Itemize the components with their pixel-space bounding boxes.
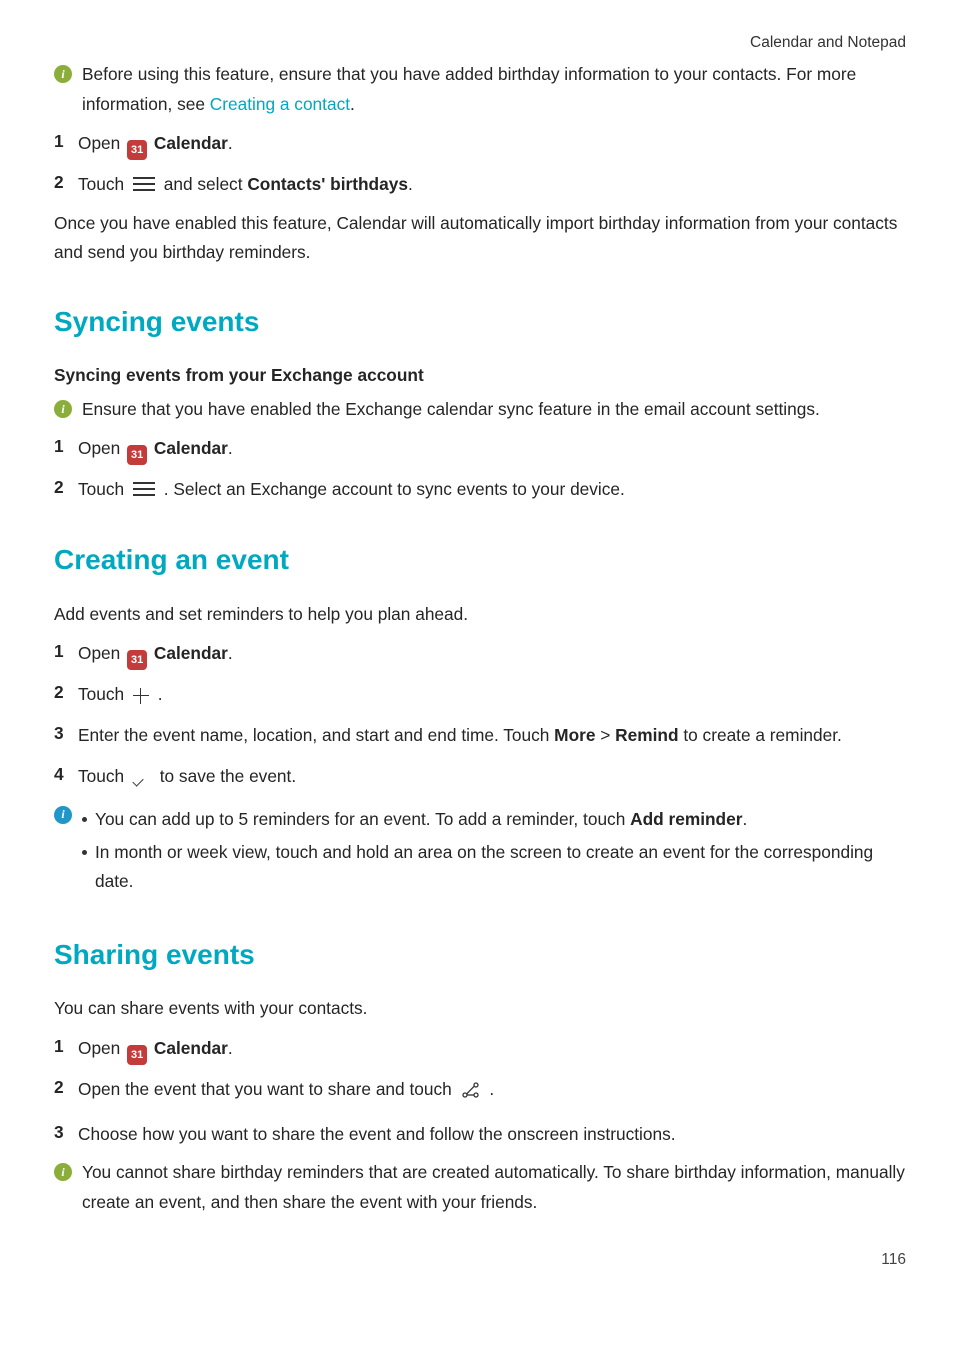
step-text: .: [228, 438, 233, 458]
step-number: 2: [54, 473, 68, 502]
app-name: Calendar: [154, 438, 228, 458]
hamburger-icon: [133, 177, 155, 191]
step-text: . Select an Exchange account to sync eve…: [159, 479, 625, 499]
heading-creating-event: Creating an event: [54, 536, 906, 584]
label-more: More: [554, 725, 595, 745]
step-number: 2: [54, 168, 68, 197]
step-row: 1 Open 31 Calendar.: [54, 432, 906, 465]
step-text: Enter the event name, location, and star…: [78, 725, 554, 745]
info-text: Before using this feature, ensure that y…: [82, 64, 856, 113]
step-row: 2 Touch and select Contacts' birthdays.: [54, 168, 906, 201]
step-number: 1: [54, 637, 68, 666]
info-icon: i: [54, 65, 72, 83]
bullet-item: In month or week view, touch and hold an…: [82, 838, 906, 897]
step-text: Touch: [78, 684, 129, 704]
paragraph: Add events and set reminders to help you…: [54, 600, 906, 629]
step-text: Open: [78, 1038, 125, 1058]
step-text: Choose how you want to share the event a…: [78, 1118, 906, 1151]
bullet-text: .: [742, 809, 747, 829]
plus-icon: [133, 688, 149, 704]
step-number: 3: [54, 1118, 68, 1147]
step-row: 3 Enter the event name, location, and st…: [54, 719, 906, 752]
info-icon: i: [54, 806, 72, 824]
info-note-sharing: i You cannot share birthday reminders th…: [54, 1158, 906, 1217]
info-icon: i: [54, 1163, 72, 1181]
paragraph: Once you have enabled this feature, Cale…: [54, 209, 906, 268]
menu-item-contacts-birthdays: Contacts' birthdays: [247, 174, 408, 194]
info-text: Ensure that you have enabled the Exchang…: [80, 395, 906, 424]
step-text: to save the event.: [155, 766, 296, 786]
step-row: 2 Open the event that you want to share …: [54, 1073, 906, 1110]
info-note-intro: i Before using this feature, ensure that…: [54, 60, 906, 119]
info-note-syncing: i Ensure that you have enabled the Excha…: [54, 395, 906, 424]
calendar-app-icon: 31: [127, 140, 147, 160]
page-number: 116: [54, 1247, 906, 1273]
heading-sharing-events: Sharing events: [54, 931, 906, 979]
calendar-app-icon: 31: [127, 445, 147, 465]
app-name: Calendar: [154, 133, 228, 153]
step-row: 1 Open 31 Calendar.: [54, 1032, 906, 1065]
label-remind: Remind: [615, 725, 678, 745]
app-name: Calendar: [154, 643, 228, 663]
bullet-dot-icon: [82, 817, 87, 822]
bullet-dot-icon: [82, 850, 87, 855]
label-add-reminder: Add reminder: [630, 809, 742, 829]
info-note-creating: i You can add up to 5 reminders for an e…: [54, 801, 906, 901]
step-text: .: [408, 174, 413, 194]
app-name: Calendar: [154, 1038, 228, 1058]
step-text: to create a reminder.: [679, 725, 842, 745]
step-text: Touch: [78, 174, 129, 194]
header-section: Calendar and Notepad: [54, 30, 906, 56]
step-number: 4: [54, 760, 68, 789]
step-text: .: [153, 684, 163, 704]
step-text: .: [485, 1079, 495, 1099]
step-row: 4 Touch to save the event.: [54, 760, 906, 793]
step-text: Open: [78, 133, 125, 153]
step-number: 3: [54, 719, 68, 748]
info-text-end: .: [350, 94, 355, 114]
bullet-text: You can add up to 5 reminders for an eve…: [95, 809, 630, 829]
check-icon: [133, 774, 151, 786]
step-text: >: [595, 725, 615, 745]
step-text: .: [228, 133, 233, 153]
step-row: 1 Open 31 Calendar.: [54, 637, 906, 670]
step-number: 1: [54, 127, 68, 156]
step-row: 3 Choose how you want to share the event…: [54, 1118, 906, 1151]
heading-syncing-events: Syncing events: [54, 298, 906, 346]
step-number: 2: [54, 1073, 68, 1102]
info-text: You cannot share birthday reminders that…: [80, 1158, 906, 1217]
step-text: Touch: [78, 479, 129, 499]
step-text: .: [228, 643, 233, 663]
step-number: 1: [54, 1032, 68, 1061]
step-row: 2 Touch .: [54, 678, 906, 711]
share-icon: [461, 1077, 481, 1110]
bullet-item: You can add up to 5 reminders for an eve…: [82, 805, 906, 834]
paragraph: You can share events with your contacts.: [54, 994, 906, 1023]
subheading-syncing-exchange: Syncing events from your Exchange accoun…: [54, 361, 906, 390]
calendar-app-icon: 31: [127, 1045, 147, 1065]
step-text: Open the event that you want to share an…: [78, 1079, 457, 1099]
step-row: 2 Touch . Select an Exchange account to …: [54, 473, 906, 506]
step-number: 2: [54, 678, 68, 707]
calendar-app-icon: 31: [127, 650, 147, 670]
step-text: Open: [78, 438, 125, 458]
step-text: Open: [78, 643, 125, 663]
step-text: .: [228, 1038, 233, 1058]
step-row: 1 Open 31 Calendar.: [54, 127, 906, 160]
step-text: Touch: [78, 766, 129, 786]
bullet-text: In month or week view, touch and hold an…: [95, 838, 906, 897]
step-text: and select: [159, 174, 247, 194]
info-icon: i: [54, 400, 72, 418]
link-creating-contact[interactable]: Creating a contact: [210, 94, 350, 114]
step-number: 1: [54, 432, 68, 461]
hamburger-icon: [133, 482, 155, 496]
